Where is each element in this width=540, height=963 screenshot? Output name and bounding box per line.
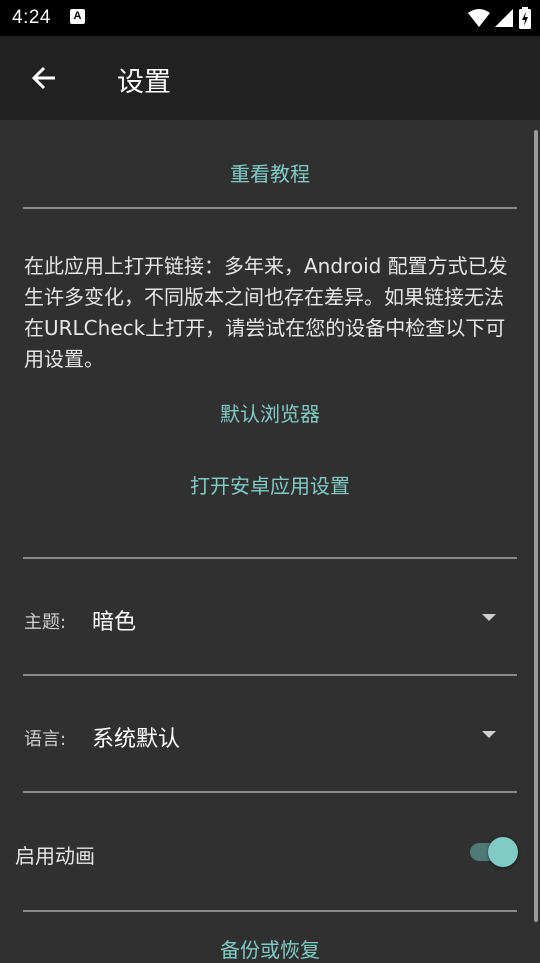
status-time: 4:24 — [12, 7, 51, 28]
divider — [23, 557, 517, 559]
settings-content[interactable]: 重看教程 在此应用上打开链接：多年来，Android 配置方式已发生许多变化，不… — [0, 120, 540, 963]
animations-toggle[interactable] — [468, 836, 520, 868]
divider — [23, 207, 517, 209]
language-dropdown-icon[interactable] — [482, 731, 496, 738]
theme-select[interactable]: 暗色 — [92, 604, 136, 636]
app-bar: 设置 — [0, 36, 540, 120]
divider — [23, 674, 517, 676]
toggle-thumb — [488, 837, 518, 867]
open-links-info-text: 在此应用上打开链接：多年来，Android 配置方式已发生许多变化，不同版本之间… — [24, 254, 508, 371]
battery-charging-icon — [519, 7, 531, 29]
default-browser-button[interactable]: 默认浏览器 — [0, 398, 540, 427]
scrollbar[interactable] — [534, 130, 538, 922]
signal-icon — [495, 9, 513, 27]
back-button[interactable] — [22, 56, 66, 100]
divider — [23, 910, 517, 912]
notification-a-icon: A — [70, 9, 85, 24]
status-icons — [468, 6, 532, 30]
page-title: 设置 — [117, 67, 171, 98]
backup-restore-button[interactable]: 备份或恢复 — [0, 934, 540, 963]
replay-tutorial-button[interactable]: 重看教程 — [0, 158, 540, 187]
divider — [23, 791, 517, 793]
arrow-back-icon — [31, 66, 55, 90]
status-bar: 4:24 A — [0, 0, 540, 36]
wifi-icon — [468, 9, 490, 27]
theme-dropdown-icon[interactable] — [482, 614, 496, 621]
language-label: 语言: — [24, 729, 67, 750]
theme-label: 主题: — [24, 612, 67, 633]
animations-label: 启用动画 — [15, 844, 95, 868]
language-select[interactable]: 系统默认 — [92, 721, 180, 753]
open-android-settings-button[interactable]: 打开安卓应用设置 — [0, 470, 540, 499]
